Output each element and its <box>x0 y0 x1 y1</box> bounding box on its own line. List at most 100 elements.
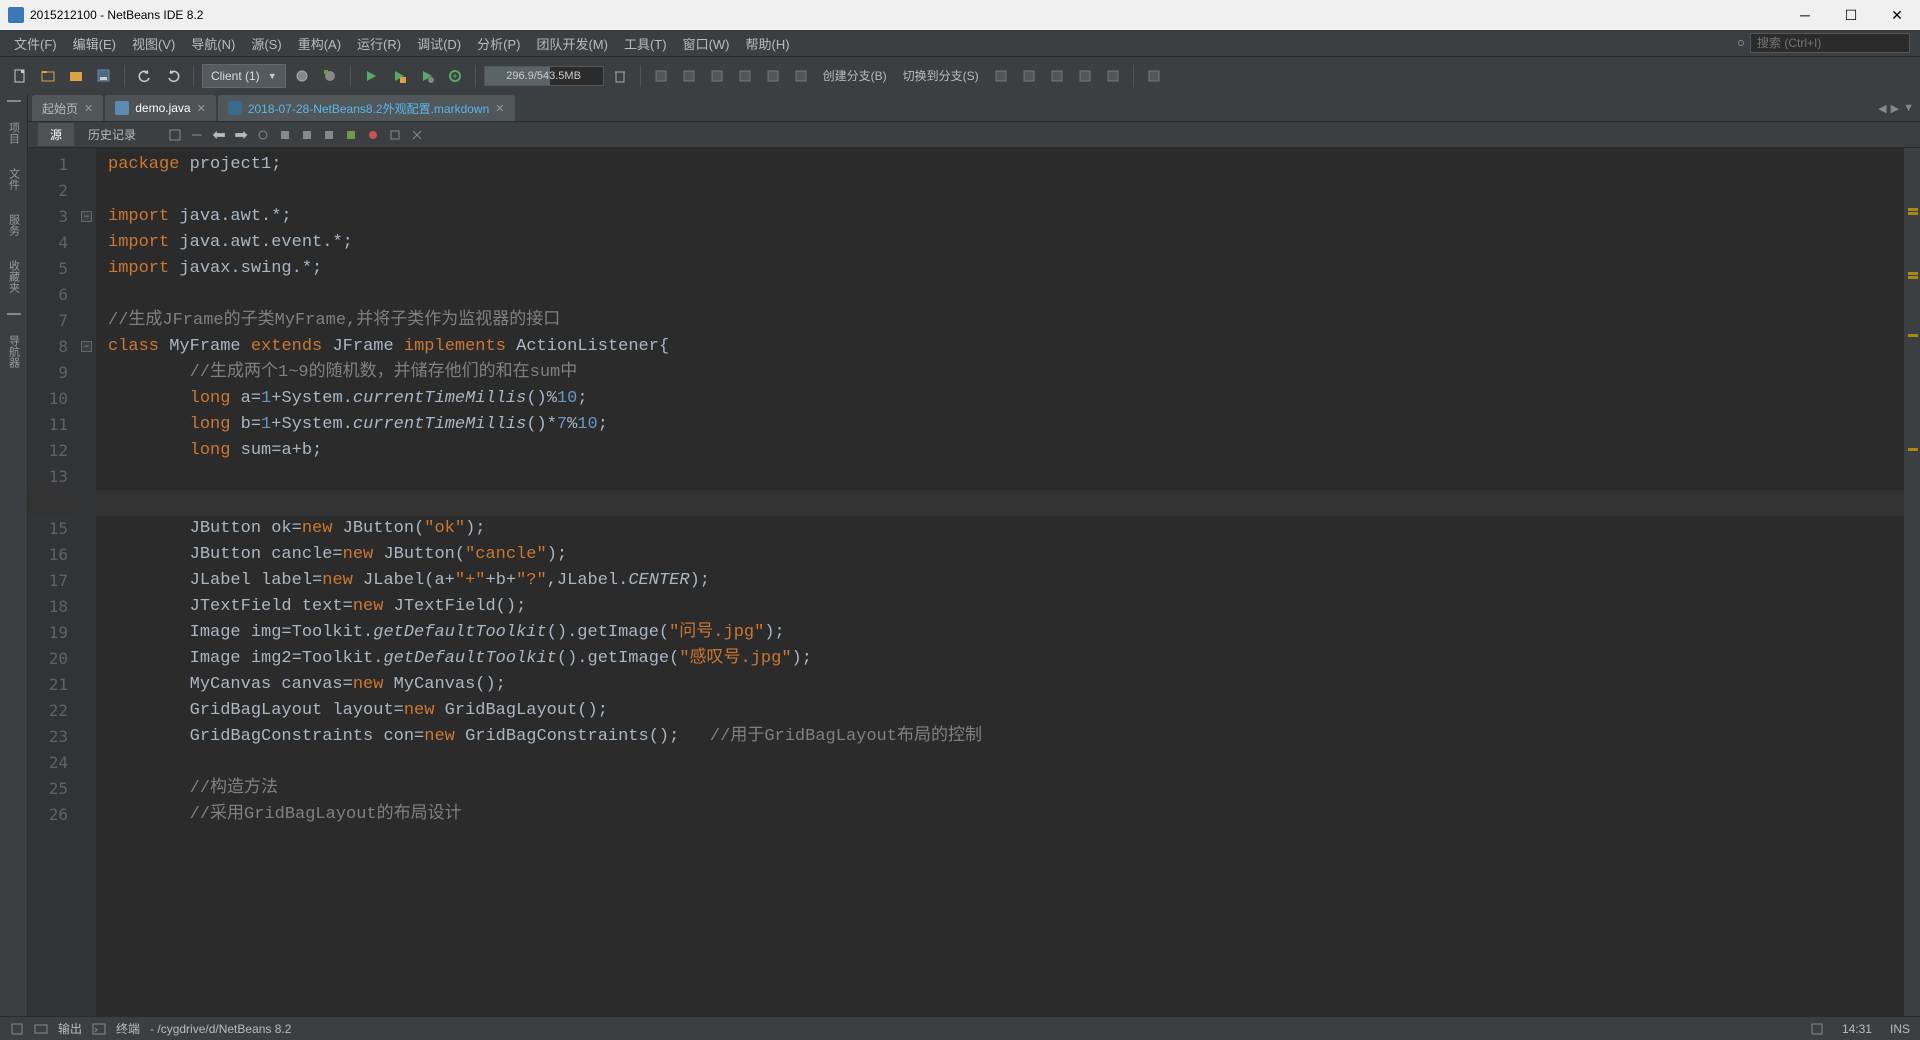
status-bar: 输出 终端 - /cygdrive/d/NetBeans 8.2 14:31 I… <box>0 1016 1920 1040</box>
menu-navigate[interactable]: 导航(N) <box>183 31 243 56</box>
tabs-scroll-right-icon[interactable]: ▶ <box>1891 102 1899 115</box>
tab-start-page[interactable]: 起始页 ✕ <box>32 95 103 121</box>
config-combo[interactable]: Client (1)▼ <box>202 64 286 88</box>
editor-tool-icon[interactable] <box>188 126 206 144</box>
debug-button[interactable] <box>387 64 411 88</box>
subtab-source[interactable]: 源 <box>38 123 74 146</box>
new-file-button[interactable] <box>8 64 32 88</box>
git-button[interactable] <box>761 64 785 88</box>
menu-debug[interactable]: 调试(D) <box>409 31 469 56</box>
git-button[interactable] <box>649 64 673 88</box>
status-icon[interactable] <box>1810 1022 1824 1036</box>
editor-tool-icon[interactable] <box>166 126 184 144</box>
menu-window[interactable]: 窗口(W) <box>675 31 738 56</box>
tab-markdown[interactable]: 2018-07-28-NetBeans8.2外观配置.markdown ✕ <box>218 95 515 121</box>
editor-tool-icon[interactable] <box>276 126 294 144</box>
tab-label: 2018-07-28-NetBeans8.2外观配置.markdown <box>248 100 489 117</box>
sidebar-handle-icon <box>7 313 21 315</box>
output-icon[interactable] <box>34 1022 48 1036</box>
editor-toolbar: ⬅ ➡ <box>150 126 426 144</box>
menu-file[interactable]: 文件(F) <box>6 31 65 56</box>
maximize-button[interactable]: ☐ <box>1828 0 1874 30</box>
subtab-history[interactable]: 历史记录 <box>76 123 148 146</box>
undo-button[interactable] <box>133 64 157 88</box>
notification-icon[interactable] <box>10 1022 24 1036</box>
redo-button[interactable] <box>161 64 185 88</box>
error-stripe[interactable] <box>1904 148 1920 1016</box>
git-button[interactable] <box>1017 64 1041 88</box>
menu-team[interactable]: 团队开发(M) <box>528 31 616 56</box>
git-button[interactable] <box>1101 64 1125 88</box>
memory-gauge[interactable]: 296.9/543.5MB <box>484 66 604 86</box>
close-button[interactable]: ✕ <box>1874 0 1920 30</box>
status-terminal[interactable]: 终端 <box>116 1020 140 1037</box>
editor-tool-icon[interactable] <box>298 126 316 144</box>
menu-refactor[interactable]: 重构(A) <box>290 31 349 56</box>
create-branch-button[interactable]: 创建分支(B) <box>817 67 893 84</box>
sidebar-tab-navigator[interactable]: 导航器 <box>6 331 22 372</box>
editor-area: 起始页 ✕ demo.java ✕ 2018-07-28-NetBeans8.2… <box>28 94 1920 1016</box>
menu-help[interactable]: 帮助(H) <box>738 31 798 56</box>
clean-build-button[interactable] <box>318 64 342 88</box>
tab-close-icon[interactable]: ✕ <box>84 102 93 115</box>
sidebar-tab-services[interactable]: 服务 <box>6 210 22 240</box>
tabs-scroll-left-icon[interactable]: ◀ <box>1878 102 1886 115</box>
editor-subtabs: 源 历史记录 ⬅ ➡ <box>28 122 1920 148</box>
git-button[interactable] <box>705 64 729 88</box>
editor-tool-icon[interactable] <box>364 126 382 144</box>
menu-bar: 文件(F) 编辑(E) 视图(V) 导航(N) 源(S) 重构(A) 运行(R)… <box>0 30 1920 56</box>
editor-tool-icon[interactable]: ⬅ <box>210 126 228 144</box>
tabs-dropdown-icon[interactable]: ▼ <box>1903 102 1914 114</box>
editor-tool-icon[interactable]: ➡ <box>232 126 250 144</box>
new-project-button[interactable] <box>36 64 60 88</box>
status-output[interactable]: 输出 <box>58 1020 82 1037</box>
minimize-button[interactable]: ─ <box>1782 0 1828 30</box>
editor-tool-icon[interactable] <box>254 126 272 144</box>
save-all-button[interactable] <box>92 64 116 88</box>
insert-mode: INS <box>1890 1022 1910 1036</box>
run-button[interactable] <box>359 64 383 88</box>
git-button[interactable] <box>1045 64 1069 88</box>
git-button[interactable] <box>677 64 701 88</box>
tab-close-icon[interactable]: ✕ <box>197 102 206 115</box>
main-toolbar: Client (1)▼ 296.9/543.5MB 创建分支(B) 切换到分支(… <box>0 56 1920 94</box>
gc-button[interactable] <box>608 64 632 88</box>
toolbar-separator <box>350 65 351 87</box>
menu-profile[interactable]: 分析(P) <box>469 31 528 56</box>
fold-toggle-icon[interactable]: − <box>81 211 92 222</box>
search-input[interactable] <box>1750 33 1910 53</box>
code-editor[interactable]: 1234567891011121314151617181920212223242… <box>28 148 1920 1016</box>
editor-tool-icon[interactable] <box>342 126 360 144</box>
menu-source[interactable]: 源(S) <box>243 31 289 56</box>
switch-branch-button[interactable]: 切换到分支(S) <box>897 67 985 84</box>
build-button[interactable] <box>290 64 314 88</box>
sidebar-tab-favorites[interactable]: 收藏夹 <box>6 256 22 297</box>
git-button[interactable] <box>733 64 757 88</box>
git-button[interactable] <box>989 64 1013 88</box>
editor-tool-icon[interactable] <box>386 126 404 144</box>
editor-tool-icon[interactable] <box>320 126 338 144</box>
fold-toggle-icon[interactable]: − <box>81 341 92 352</box>
profile-button[interactable] <box>415 64 439 88</box>
attach-debugger-button[interactable] <box>443 64 467 88</box>
sidebar-tab-projects[interactable]: 项目 <box>6 118 22 148</box>
terminal-icon[interactable] <box>92 1022 106 1036</box>
tab-close-icon[interactable]: ✕ <box>495 102 504 115</box>
open-project-button[interactable] <box>64 64 88 88</box>
git-button[interactable] <box>1142 64 1166 88</box>
tab-demo-java[interactable]: demo.java ✕ <box>105 95 216 121</box>
menu-run[interactable]: 运行(R) <box>349 31 409 56</box>
tab-label: demo.java <box>135 101 190 115</box>
toolbar-separator <box>124 65 125 87</box>
code-content[interactable]: package project1; import java.awt.*; imp… <box>96 148 1904 1016</box>
menu-tools[interactable]: 工具(T) <box>616 31 675 56</box>
git-button[interactable] <box>1073 64 1097 88</box>
git-button[interactable] <box>789 64 813 88</box>
menu-edit[interactable]: 编辑(E) <box>65 31 124 56</box>
menu-view[interactable]: 视图(V) <box>124 31 183 56</box>
app-icon <box>8 7 24 23</box>
editor-tool-icon[interactable] <box>408 126 426 144</box>
tab-label: 起始页 <box>42 100 78 117</box>
left-sidebar: 项目 文件 服务 收藏夹 导航器 <box>0 94 28 1016</box>
sidebar-tab-files[interactable]: 文件 <box>6 164 22 194</box>
